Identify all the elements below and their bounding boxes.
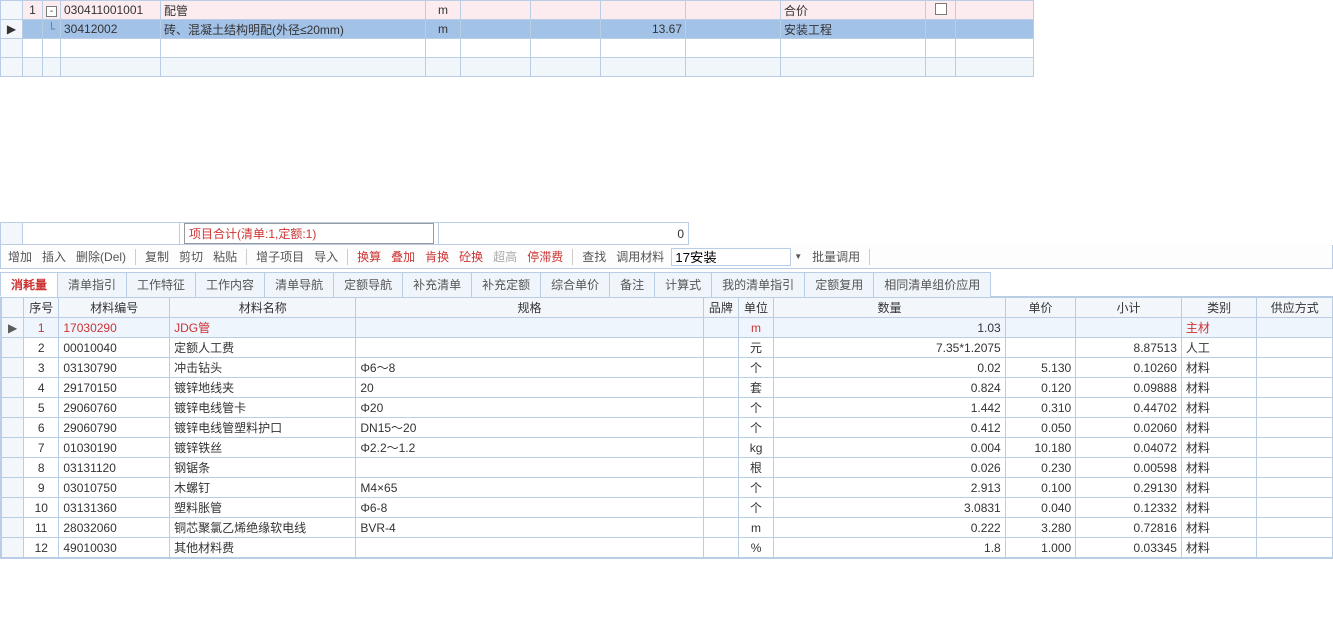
material-row[interactable]: 701030190镀锌铁丝Φ2.2～1.2kg0.00410.1800.0407… — [2, 438, 1333, 458]
tab-工作内容[interactable]: 工作内容 — [195, 272, 265, 297]
toolbar-导入[interactable]: 导入 — [311, 247, 341, 266]
column-header[interactable]: 供应方式 — [1257, 298, 1333, 318]
material-row[interactable]: 1249010030其他材料费%1.81.0000.03345材料 — [2, 538, 1333, 558]
tab-备注[interactable]: 备注 — [609, 272, 655, 297]
tab-消耗量[interactable]: 消耗量 — [0, 272, 58, 297]
column-header[interactable]: 数量 — [774, 298, 1006, 318]
tab-计算式[interactable]: 计算式 — [654, 272, 712, 297]
material-row[interactable]: 303130790冲击钻头Φ6～8个0.025.1300.10260材料 — [2, 358, 1333, 378]
column-header[interactable]: 序号 — [24, 298, 59, 318]
column-header[interactable]: 单价 — [1005, 298, 1075, 318]
row-pointer-icon: ▶ — [7, 22, 16, 36]
top-row[interactable]: 1-030411001001配管m合价 — [1, 1, 1034, 20]
tab-综合单价[interactable]: 综合单价 — [540, 272, 610, 297]
tab-定额复用[interactable]: 定额复用 — [804, 272, 874, 297]
tab-补充定额[interactable]: 补充定额 — [471, 272, 541, 297]
toolbar-砼换[interactable]: 砼换 — [456, 247, 486, 266]
tab-定额导航[interactable]: 定额导航 — [333, 272, 403, 297]
material-consumption-grid[interactable]: 序号材料编号材料名称规格品牌单位数量单价小计类别供应方式▶117030290JD… — [1, 297, 1333, 558]
column-header[interactable]: 材料编号 — [59, 298, 170, 318]
summary-bar: 项目合计(清单:1,定额:1) 0 — [0, 222, 689, 245]
column-header[interactable]: 小计 — [1076, 298, 1182, 318]
top-item-grid[interactable]: 1-030411001001配管m合价▶└30412002砖、混凝土结构明配(外… — [0, 0, 1034, 77]
material-row[interactable]: 1003131360塑料胀管Φ6-8个3.08310.0400.12332材料 — [2, 498, 1333, 518]
column-header[interactable]: 类别 — [1181, 298, 1257, 318]
column-header[interactable]: 单位 — [738, 298, 773, 318]
toolbar-超高[interactable]: 超高 — [490, 247, 520, 266]
top-row[interactable] — [1, 39, 1034, 58]
toolbar-删除(Del)[interactable]: 删除(Del) — [73, 247, 129, 266]
toolbar-换算[interactable]: 换算 — [354, 247, 384, 266]
material-row[interactable]: 903010750木螺钉M4×65个2.9130.1000.29130材料 — [2, 478, 1333, 498]
material-row[interactable]: 200010040定额人工费元7.35*1.20758.87513人工 — [2, 338, 1333, 358]
tab-补充清单[interactable]: 补充清单 — [402, 272, 472, 297]
toolbar-batch[interactable]: 批量调用 — [809, 247, 863, 266]
toolbar-增子项目[interactable]: 增子项目 — [253, 247, 307, 266]
material-row[interactable]: ▶117030290JDG管m1.03主材 — [2, 318, 1333, 338]
column-header[interactable]: 材料名称 — [170, 298, 356, 318]
checkbox[interactable] — [935, 3, 947, 15]
row-pointer-icon: ▶ — [8, 321, 17, 335]
toolbar: 增加插入删除(Del) 复制剪切粘贴增子项目导入换算叠加肯换砼换超高停滞费查找调用… — [0, 245, 1333, 269]
summary-label: 项目合计(清单:1,定额:1) — [184, 223, 434, 244]
tab-工作特征[interactable]: 工作特征 — [126, 272, 196, 297]
tree-branch-icon: └ — [48, 22, 55, 36]
tab-清单导航[interactable]: 清单导航 — [264, 272, 334, 297]
tab-相同清单组价应用[interactable]: 相同清单组价应用 — [873, 272, 991, 297]
top-row[interactable] — [1, 58, 1034, 77]
toolbar-肯换[interactable]: 肯换 — [422, 247, 452, 266]
material-row[interactable]: 629060790镀锌电线管塑料护口DN15～20个0.4120.0500.02… — [2, 418, 1333, 438]
tab-我的清单指引[interactable]: 我的清单指引 — [711, 272, 805, 297]
collapse-icon[interactable]: - — [46, 6, 57, 17]
material-row[interactable]: 803131120钢锯条根0.0260.2300.00598材料 — [2, 458, 1333, 478]
toolbar-调用材料[interactable]: 调用材料 — [613, 247, 667, 266]
material-row[interactable]: 1128032060铜芯聚氯乙烯绝缘软电线BVR-4m0.2223.2800.7… — [2, 518, 1333, 538]
material-lookup-input[interactable] — [671, 248, 791, 266]
toolbar-剪切[interactable]: 剪切 — [176, 247, 206, 266]
toolbar-增加[interactable]: 增加 — [5, 247, 35, 266]
tab-清单指引[interactable]: 清单指引 — [57, 272, 127, 297]
material-row[interactable]: 529060760镀锌电线管卡Φ20个1.4420.3100.44702材料 — [2, 398, 1333, 418]
toolbar-查找[interactable]: 查找 — [579, 247, 609, 266]
summary-value: 0 — [439, 223, 689, 245]
column-header[interactable]: 品牌 — [703, 298, 738, 318]
tab-strip: 消耗量清单指引工作特征工作内容清单导航定额导航补充清单补充定额综合单价备注计算式… — [0, 271, 1333, 297]
material-row[interactable]: 429170150镀锌地线夹20套0.8240.1200.09888材料 — [2, 378, 1333, 398]
toolbar-叠加[interactable]: 叠加 — [388, 247, 418, 266]
dropdown-arrow-icon[interactable]: ▼ — [791, 252, 805, 261]
toolbar-粘贴[interactable]: 粘贴 — [210, 247, 240, 266]
column-header[interactable]: 规格 — [356, 298, 703, 318]
top-row[interactable]: ▶└30412002砖、混凝土结构明配(外径≤20mm)m13.67安装工程 — [1, 20, 1034, 39]
toolbar-插入[interactable]: 插入 — [39, 247, 69, 266]
toolbar-停滞费[interactable]: 停滞费 — [524, 247, 566, 266]
toolbar-复制[interactable]: 复制 — [142, 247, 172, 266]
